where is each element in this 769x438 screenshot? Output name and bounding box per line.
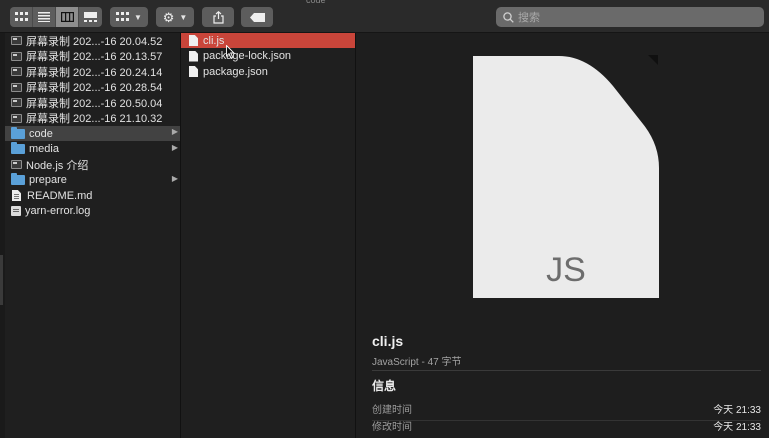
list-item-label: README.md — [27, 189, 93, 202]
search-icon — [503, 11, 514, 23]
file-item-package-lock-json[interactable]: package-lock.json — [181, 49, 355, 64]
list-item[interactable]: 屏幕录制 202...-16 20.04.52 — [5, 33, 180, 48]
view-mode-segmented-control — [10, 7, 102, 27]
file-extension-label: JS — [546, 251, 586, 289]
document-icon — [12, 190, 21, 201]
folder-item-media[interactable]: media ▶ — [5, 142, 180, 157]
file-item-cli-js[interactable]: cli.js — [181, 33, 355, 48]
created-value: 今天 21:33 — [713, 405, 761, 416]
video-file-icon — [11, 82, 22, 92]
video-file-icon — [11, 67, 22, 76]
resize-handle[interactable] — [0, 255, 3, 305]
list-item[interactable]: 屏幕录制 202...-16 20.13.57 — [5, 49, 180, 64]
video-file-icon — [11, 51, 22, 61]
tags-button[interactable] — [241, 7, 273, 27]
modified-label: 修改时间 — [372, 422, 412, 433]
mouse-cursor-icon — [226, 45, 236, 59]
search-placeholder: 搜索 — [518, 12, 540, 24]
list-item-label: yarn-error.log — [25, 205, 91, 217]
file-icon — [189, 35, 198, 46]
list-item[interactable]: README.md — [5, 188, 180, 203]
window-title-fragment: code — [306, 0, 326, 5]
disclosure-arrow-icon: ▶ — [171, 127, 178, 136]
chevron-down-icon: ▼ — [134, 12, 142, 22]
folder-item-code[interactable]: code ▶ — [5, 126, 180, 141]
modified-value: 今天 21:33 — [713, 422, 761, 433]
list-item-label: 屏幕录制 202...-16 20.04.52 — [26, 35, 163, 48]
file-icon — [189, 50, 198, 62]
list-item[interactable]: 屏幕录制 202...-16 20.50.04 — [5, 95, 180, 110]
list-item-label: 屏幕录制 202...-16 21.10.32 — [26, 113, 163, 125]
toolbar: code ▼ ⚙ ▼ 搜索 — [0, 0, 769, 33]
video-file-icon — [11, 113, 22, 123]
columns-icon — [60, 12, 74, 22]
icon-view-button[interactable] — [10, 7, 33, 27]
list-item-label: 屏幕录制 202...-16 20.50.04 — [26, 97, 163, 110]
parent-folder-column: 屏幕录制 202...-16 20.04.52 屏幕录制 202...-16 2… — [5, 33, 180, 438]
folder-icon — [11, 173, 25, 185]
disclosure-arrow-icon: ▶ — [171, 173, 178, 183]
divider — [372, 370, 761, 371]
list-item-label: package-lock.json — [203, 50, 292, 62]
info-heading: 信息 — [372, 379, 397, 393]
folder-icon — [11, 142, 25, 154]
video-file-icon — [11, 160, 22, 169]
file-corner-mark — [648, 55, 658, 65]
code-folder-column: cli.js package-lock.json package.json — [181, 33, 355, 438]
chevron-down-icon: ▼ — [179, 12, 188, 22]
group-by-button[interactable]: ▼ — [110, 7, 148, 27]
share-icon — [212, 10, 224, 24]
list-item[interactable]: 屏幕录制 202...-16 20.24.14 — [5, 64, 180, 79]
file-icon — [189, 66, 198, 77]
gear-icon: ⚙ — [162, 9, 175, 25]
file-item-package-json[interactable]: package.json — [181, 64, 355, 79]
grid-icon — [14, 12, 28, 21]
grid-icon — [116, 12, 130, 21]
list-item[interactable]: yarn-error.log — [5, 204, 180, 219]
list-item-label: 屏幕录制 202...-16 20.13.57 — [26, 51, 163, 63]
list-item-label: code — [29, 127, 53, 140]
column-view-button[interactable] — [56, 7, 79, 27]
preview-file-kind-size: JavaScript - 47 字节 — [372, 357, 462, 368]
created-label: 创建时间 — [372, 405, 412, 416]
list-view-button[interactable] — [33, 7, 56, 27]
preview-pane: JS cli.js JavaScript - 47 字节 信息 创建时间 今天 … — [356, 33, 769, 438]
log-file-icon — [11, 206, 21, 216]
disclosure-arrow-icon: ▶ — [171, 142, 178, 152]
tag-icon — [249, 12, 265, 22]
list-item-label: Node.js 介绍 — [26, 159, 89, 172]
folder-item-prepare[interactable]: prepare ▶ — [5, 173, 180, 188]
preview-file-name: cli.js — [372, 333, 404, 349]
list-item-label: cli.js — [203, 34, 225, 47]
modified-row: 修改时间 今天 21:33 — [372, 418, 761, 433]
list-item-label: 屏幕录制 202...-16 20.24.14 — [26, 66, 163, 79]
folder-icon — [11, 126, 25, 139]
gallery-icon — [84, 12, 97, 22]
list-item-label: prepare — [29, 174, 67, 186]
list-item-label: package.json — [203, 65, 268, 78]
list-item[interactable]: 屏幕录制 202...-16 21.10.32 — [5, 111, 180, 126]
gallery-view-button[interactable] — [79, 7, 102, 27]
share-button[interactable] — [202, 7, 234, 27]
list-item-label: 屏幕录制 202...-16 20.28.54 — [26, 82, 163, 94]
video-file-icon — [11, 98, 22, 107]
list-item[interactable]: Node.js 介绍 — [5, 157, 180, 172]
list-icon — [38, 12, 50, 22]
list-item[interactable]: 屏幕录制 202...-16 20.28.54 — [5, 80, 180, 95]
video-file-icon — [11, 36, 22, 45]
created-row: 创建时间 今天 21:33 — [372, 401, 761, 416]
action-menu-button[interactable]: ⚙ ▼ — [156, 7, 194, 27]
list-item-label: media — [29, 143, 59, 155]
search-field[interactable]: 搜索 — [496, 7, 764, 27]
